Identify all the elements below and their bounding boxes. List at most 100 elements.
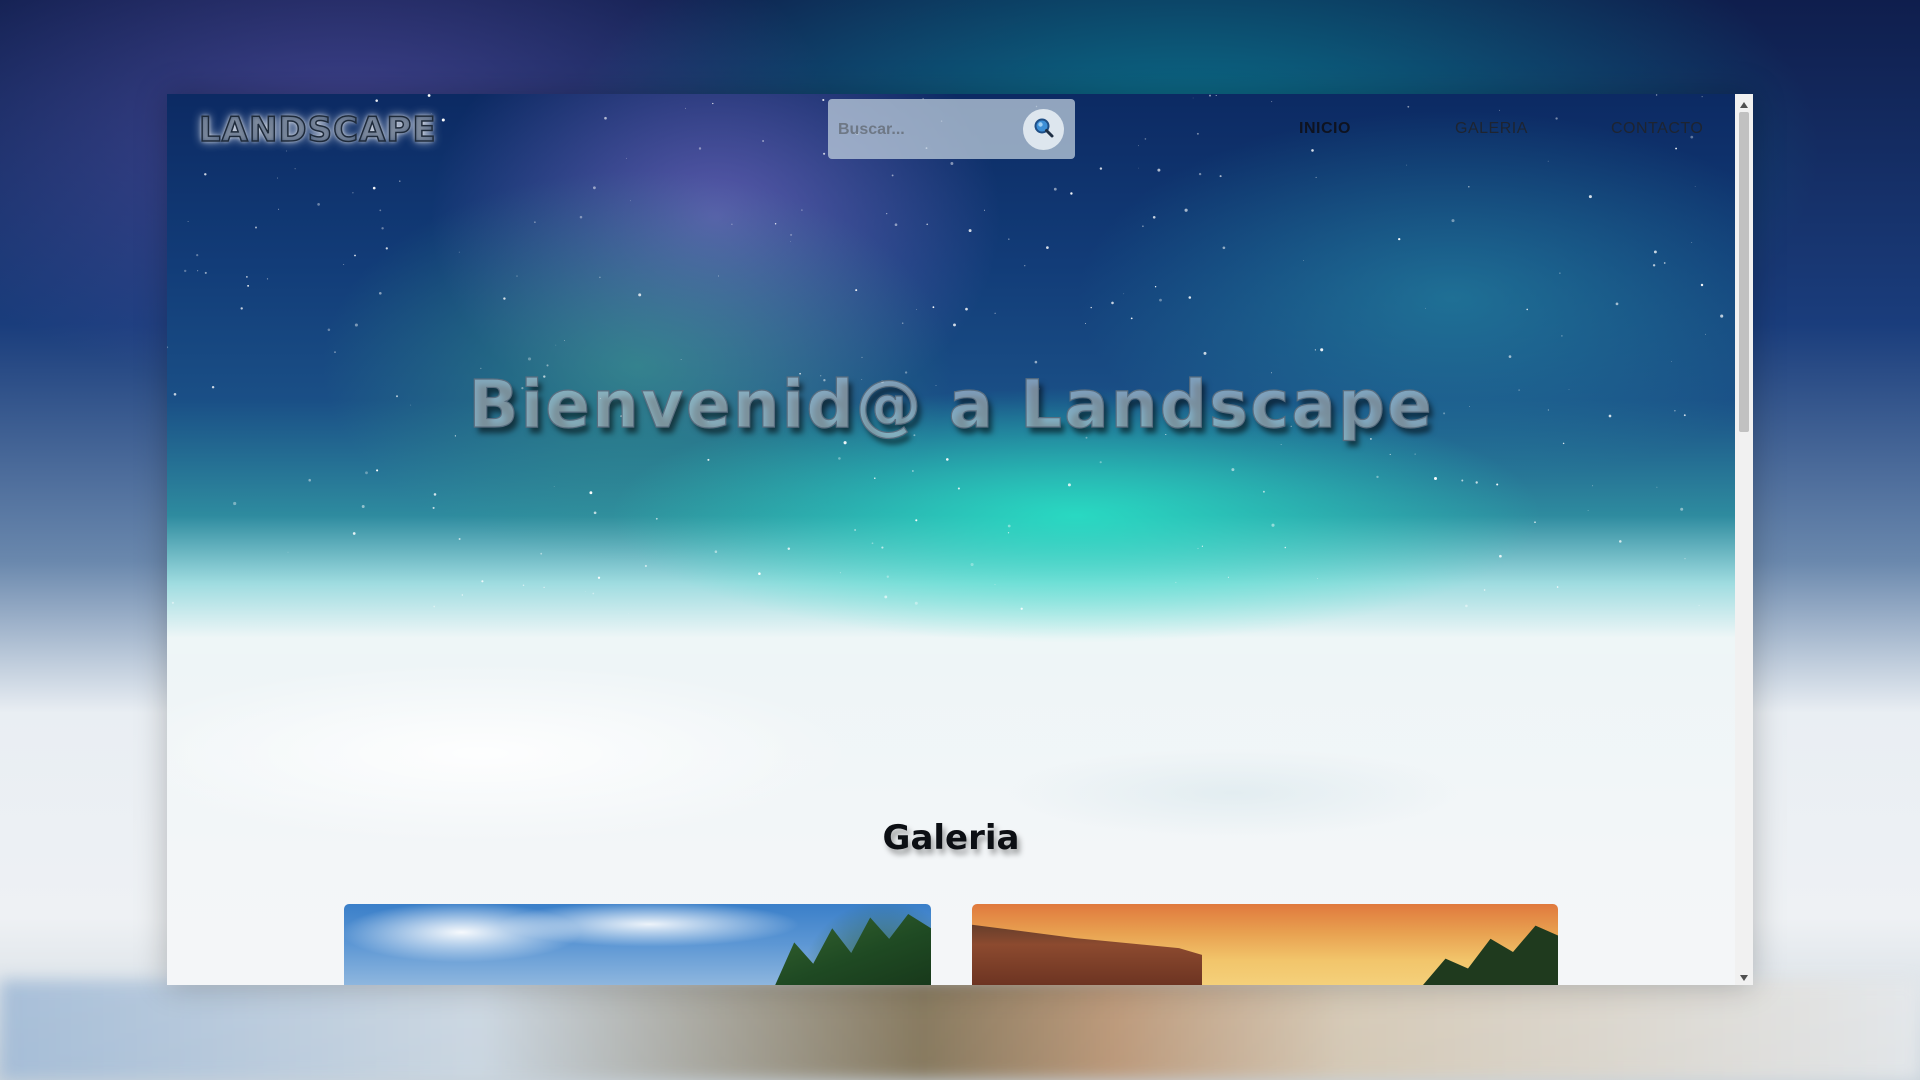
star — [1461, 479, 1464, 482]
star — [1705, 333, 1706, 335]
scrollbar-thumb[interactable] — [1739, 112, 1749, 432]
star — [1561, 335, 1563, 337]
star — [718, 275, 719, 277]
star — [1483, 589, 1486, 591]
star — [461, 594, 463, 596]
star — [1691, 242, 1693, 243]
star — [458, 538, 461, 540]
star — [886, 213, 888, 215]
star — [597, 576, 601, 579]
star — [1315, 176, 1317, 178]
star — [1231, 468, 1235, 472]
star — [1653, 250, 1657, 254]
star — [1680, 507, 1684, 511]
site-logo[interactable]: LANDSCAPE — [198, 109, 437, 151]
scroll-down-arrow[interactable] — [1735, 969, 1753, 983]
star — [1587, 510, 1589, 511]
star — [994, 583, 996, 585]
star — [1320, 348, 1324, 352]
star — [1067, 483, 1071, 487]
star — [1142, 225, 1144, 228]
star — [644, 564, 647, 568]
star — [655, 517, 658, 520]
gallery-image-forest[interactable] — [344, 904, 931, 985]
star — [354, 323, 358, 327]
star — [1284, 546, 1287, 549]
star — [167, 346, 169, 349]
star — [855, 289, 858, 292]
star — [543, 586, 545, 588]
star — [399, 180, 401, 182]
star — [1188, 296, 1192, 299]
page-viewport: LANDSCAPE INICIO GALERIA CONTACTO Bi — [167, 94, 1735, 985]
star — [1425, 307, 1426, 309]
star — [308, 478, 311, 482]
search-input[interactable] — [836, 111, 1020, 149]
star — [886, 575, 889, 578]
star — [433, 605, 436, 608]
star — [579, 215, 583, 219]
star — [1007, 532, 1010, 534]
star — [1592, 485, 1594, 487]
star — [1201, 545, 1203, 547]
hero-title: Bienvenid@ a Landscape — [468, 366, 1434, 444]
star — [516, 275, 518, 277]
image-trees — [775, 914, 931, 985]
star — [1398, 237, 1401, 241]
browser-window: LANDSCAPE INICIO GALERIA CONTACTO Bi — [167, 94, 1753, 985]
star — [957, 487, 960, 490]
star — [458, 251, 460, 253]
star — [965, 307, 968, 311]
star — [854, 529, 856, 531]
star — [1700, 283, 1704, 287]
image-tree — [1423, 925, 1558, 985]
scroll-up-arrow[interactable] — [1735, 96, 1753, 110]
vertical-scrollbar[interactable] — [1735, 94, 1753, 985]
star — [584, 590, 586, 592]
star — [1184, 208, 1188, 212]
star — [1130, 317, 1133, 320]
star — [379, 209, 382, 212]
star — [365, 471, 368, 475]
nav-link-galeria[interactable]: GALERIA — [1455, 120, 1528, 138]
star — [1227, 576, 1229, 578]
star — [731, 223, 733, 225]
nav-link-inicio[interactable]: INICIO — [1299, 120, 1351, 138]
star — [1434, 477, 1437, 480]
gallery-title: Galeria — [882, 818, 1020, 858]
star — [838, 457, 841, 460]
star — [1053, 187, 1057, 191]
gallery-image-sunset-town[interactable] — [972, 904, 1558, 985]
star — [1619, 540, 1622, 543]
star — [894, 223, 898, 227]
star — [970, 562, 974, 567]
star — [1111, 301, 1114, 305]
star — [197, 270, 199, 272]
search-button[interactable] — [1023, 109, 1064, 150]
star — [1175, 581, 1177, 583]
nav-link-contacto[interactable]: CONTACTO — [1611, 120, 1703, 138]
star — [247, 284, 250, 287]
chevron-down-icon — [1740, 974, 1748, 981]
star — [1508, 355, 1512, 358]
star — [1007, 524, 1011, 528]
star — [361, 505, 365, 508]
star — [714, 550, 718, 553]
star — [1694, 185, 1696, 187]
star — [1698, 604, 1700, 607]
star — [915, 519, 918, 522]
star — [945, 458, 949, 461]
star — [343, 264, 345, 266]
star — [317, 203, 320, 206]
star — [334, 351, 336, 353]
star — [790, 241, 791, 242]
star — [801, 209, 803, 211]
star — [874, 477, 876, 479]
star — [352, 192, 354, 194]
star — [839, 572, 841, 574]
star — [1024, 265, 1026, 267]
star — [593, 186, 596, 190]
star — [1159, 298, 1162, 302]
star — [881, 546, 884, 549]
star — [433, 493, 437, 496]
